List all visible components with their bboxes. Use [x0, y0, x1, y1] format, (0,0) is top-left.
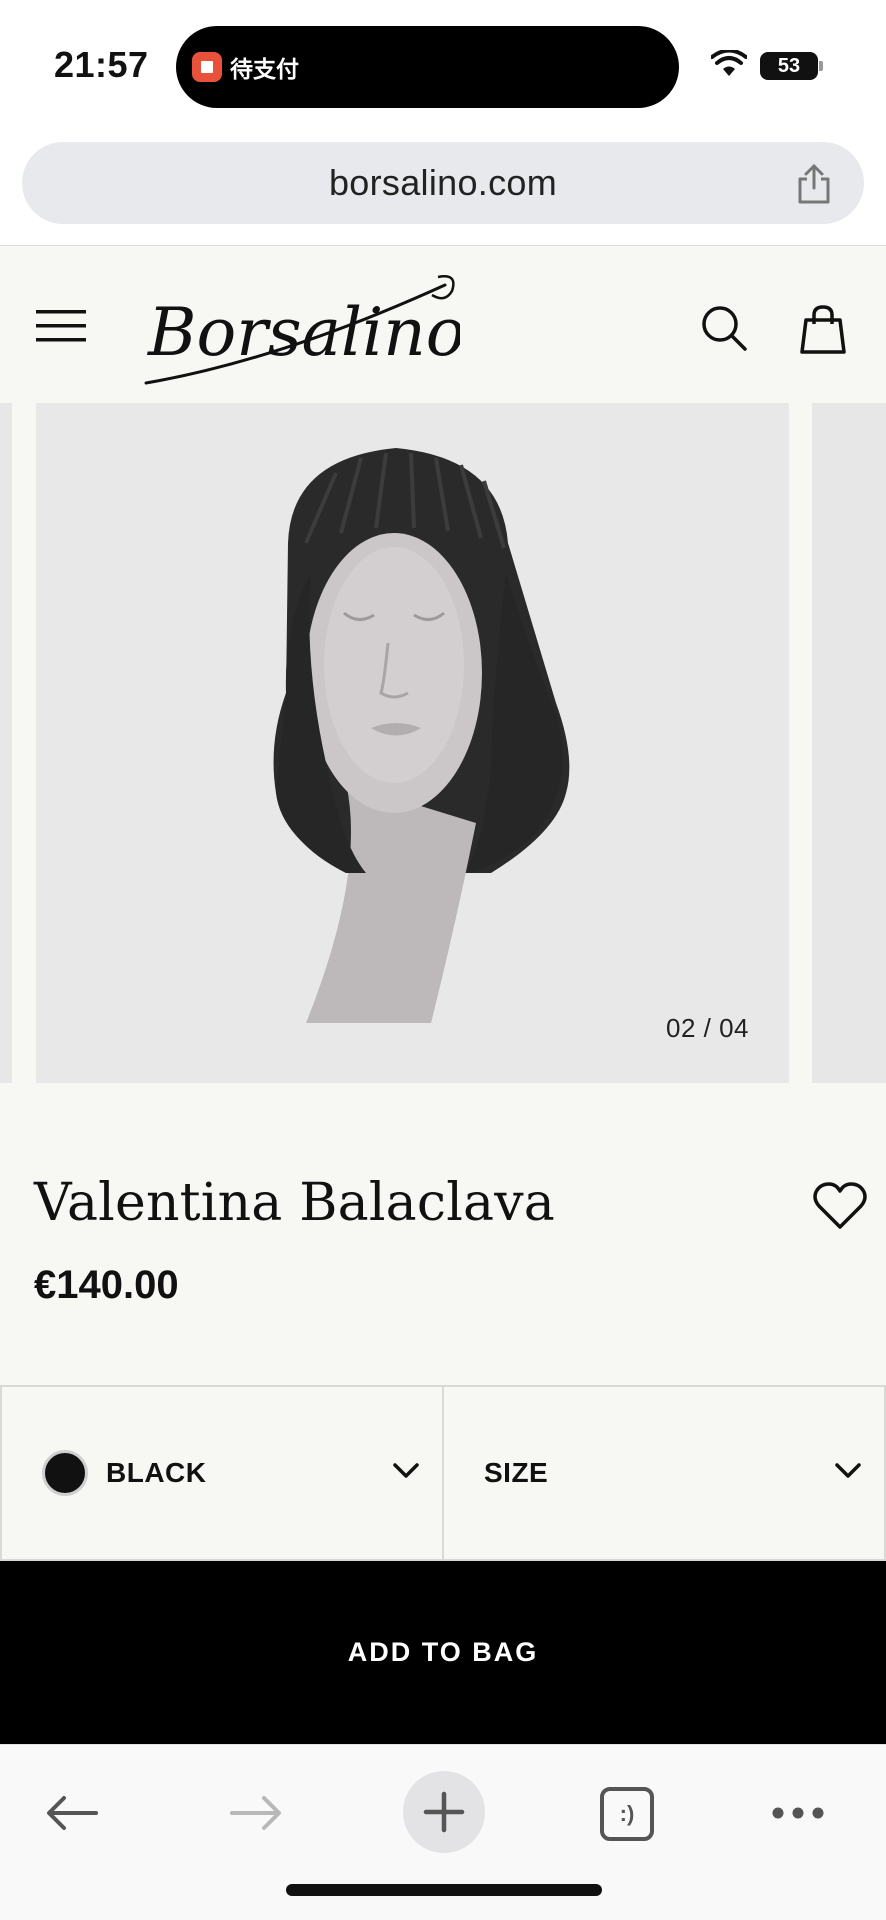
activity-text: 待支付: [230, 57, 299, 83]
chevron-down-icon: [393, 1463, 419, 1478]
dynamic-island[interactable]: 待支付: [176, 26, 679, 108]
previous-slide[interactable]: [0, 403, 12, 1083]
product-info: Valentina Balaclava €140.00: [0, 1083, 886, 1385]
app-icon: [192, 52, 222, 82]
product-carousel[interactable]: 02 / 04: [0, 403, 886, 1083]
color-selector[interactable]: BLACK: [0, 1385, 443, 1561]
next-slide[interactable]: [812, 403, 886, 1083]
address-bar[interactable]: borsalino.com: [22, 142, 864, 224]
chevron-down-icon: [835, 1463, 861, 1478]
hamburger-menu-icon[interactable]: [36, 308, 86, 344]
slide-counter: 02 / 04: [665, 1013, 749, 1043]
logo-text: Borsalino: [147, 294, 460, 371]
borsalino-logo[interactable]: Borsalino: [140, 255, 460, 395]
battery-level: 53: [777, 54, 801, 77]
share-icon[interactable]: [794, 162, 834, 206]
home-indicator[interactable]: [286, 1884, 602, 1896]
status-time: 21:57: [54, 44, 149, 85]
product-price: €140.00: [34, 1263, 179, 1307]
color-swatch: [42, 1450, 88, 1496]
back-arrow-icon[interactable]: [44, 1793, 100, 1833]
new-tab-button[interactable]: [403, 1771, 485, 1853]
add-to-bag-button[interactable]: ADD TO BAG: [0, 1561, 886, 1744]
product-image-slide[interactable]: 02 / 04: [36, 403, 789, 1083]
wifi-icon: [711, 50, 747, 76]
battery-icon: 53: [760, 52, 823, 80]
tabs-button[interactable]: :): [600, 1787, 654, 1841]
plus-icon: [423, 1791, 465, 1833]
wishlist-heart-icon[interactable]: [812, 1181, 868, 1231]
size-selector-label: SIZE: [484, 1457, 549, 1488]
variant-selectors: BLACK SIZE: [0, 1385, 886, 1561]
search-icon[interactable]: [700, 304, 748, 352]
size-selector[interactable]: SIZE: [443, 1385, 886, 1561]
more-options-icon[interactable]: [770, 1801, 826, 1825]
url-text: borsalino.com: [328, 162, 557, 203]
tabs-label: :): [619, 1801, 635, 1826]
forward-arrow-icon[interactable]: [228, 1793, 284, 1833]
shopping-bag-icon[interactable]: [800, 304, 846, 354]
product-title: Valentina Balaclava: [34, 1173, 556, 1233]
color-selector-label: BLACK: [106, 1457, 207, 1488]
status-bar: 21:57 待支付 53: [0, 0, 886, 130]
product-image: [273, 448, 570, 1023]
